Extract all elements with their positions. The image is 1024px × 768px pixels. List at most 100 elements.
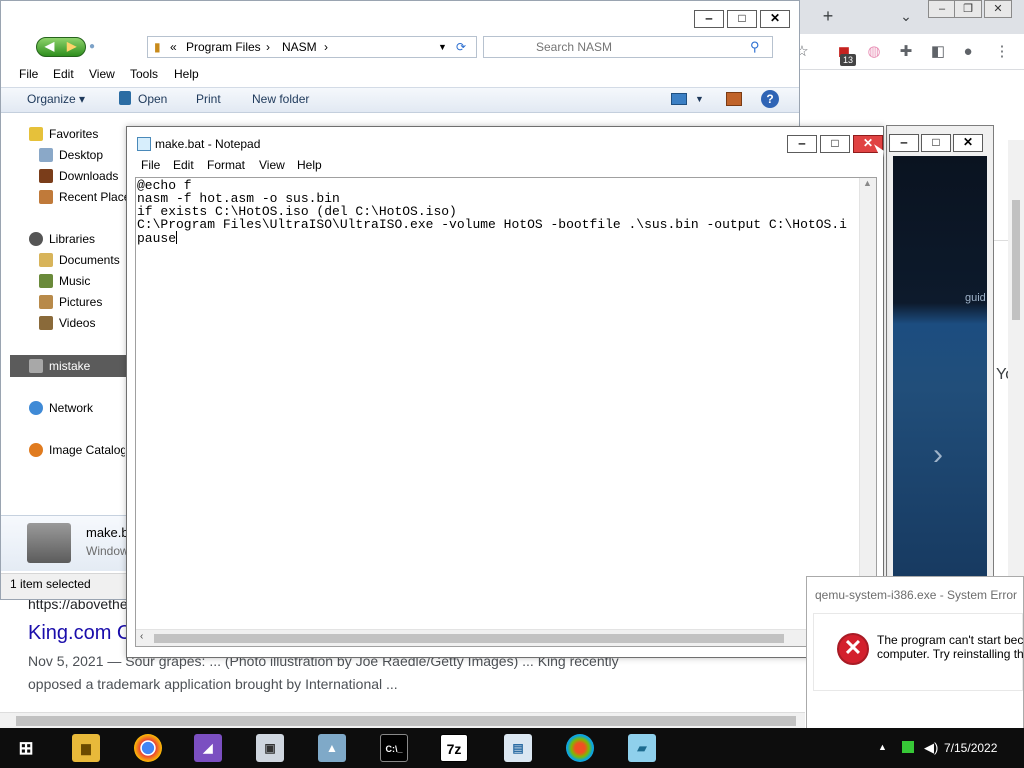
print-button[interactable]: Print bbox=[196, 92, 221, 106]
refresh-icon[interactable]: ⟳ bbox=[456, 40, 466, 54]
nav-libraries[interactable]: Libraries bbox=[29, 230, 129, 248]
bg-window-close-button[interactable]: ✕ bbox=[953, 134, 983, 152]
homegroup-icon bbox=[29, 359, 43, 373]
taskbar-windows-icon[interactable] bbox=[566, 734, 594, 762]
nav-favorites[interactable]: Favorites bbox=[29, 125, 129, 143]
extensions-puzzle-icon[interactable]: ✚ bbox=[896, 42, 916, 62]
open-button[interactable]: Open bbox=[138, 92, 167, 106]
nav-image-catalog[interactable]: Image Catalog bbox=[29, 441, 125, 459]
new-folder-button[interactable]: New folder bbox=[252, 92, 309, 106]
menu-help[interactable]: Help bbox=[174, 67, 199, 81]
tab-search-button[interactable]: ⌄ bbox=[896, 6, 916, 26]
notepad-minimize-button[interactable]: ‒ bbox=[787, 135, 817, 153]
text-caret bbox=[176, 231, 178, 244]
horizontal-scroll-thumb[interactable] bbox=[154, 634, 784, 643]
browser-menu-icon[interactable]: ⋮ bbox=[992, 42, 1012, 62]
extension-flag-icon[interactable]: ◍ bbox=[864, 42, 884, 62]
notepad-menu-view[interactable]: View bbox=[259, 158, 285, 172]
scroll-up-icon[interactable]: ▲ bbox=[863, 178, 872, 188]
extension-badge: 13 bbox=[840, 54, 856, 66]
notepad-text-area[interactable]: @echo f nasm -f hot.asm -o sus.bin if ex… bbox=[135, 177, 877, 647]
explorer-minimize-button[interactable]: ‒ bbox=[694, 10, 724, 28]
browser-minimize-button[interactable]: – bbox=[928, 0, 956, 18]
notepad-menu-help[interactable]: Help bbox=[297, 158, 322, 172]
nav-music[interactable]: Music bbox=[39, 272, 139, 290]
explorer-close-button[interactable]: ✕ bbox=[760, 10, 790, 28]
nav-network[interactable]: Network bbox=[29, 399, 129, 417]
breadcrumb-separator-icon[interactable]: › bbox=[324, 40, 328, 54]
breadcrumb-nasm[interactable]: NASM bbox=[282, 40, 317, 54]
nav-recent-places[interactable]: Recent Places bbox=[39, 188, 127, 206]
notepad-horizontal-scrollbar[interactable]: ‹ bbox=[136, 629, 860, 646]
forward-arrow-icon[interactable]: ▶ bbox=[67, 39, 76, 53]
nav-downloads[interactable]: Downloads bbox=[39, 167, 139, 185]
organize-button[interactable]: Organize ▾ bbox=[27, 92, 85, 106]
browser-close-button[interactable]: ✕ bbox=[984, 0, 1012, 18]
menu-file[interactable]: File bbox=[19, 67, 38, 81]
taskbar-clock[interactable]: 7/15/2022 bbox=[944, 741, 997, 755]
scroll-left-icon[interactable]: ‹ bbox=[140, 631, 143, 642]
bg-window-maximize-button[interactable]: □ bbox=[921, 134, 951, 152]
new-tab-button[interactable]: + bbox=[818, 6, 838, 26]
details-file-type: Window bbox=[86, 544, 129, 558]
taskbar-chrome-icon[interactable] bbox=[134, 734, 162, 762]
browser-vertical-scrollbar[interactable] bbox=[1008, 140, 1024, 580]
result-title-link[interactable]: King.com C bbox=[28, 622, 131, 645]
breadcrumb-overflow[interactable]: « bbox=[170, 40, 177, 54]
search-box[interactable]: ⚲ bbox=[483, 36, 773, 58]
notepad-vertical-scrollbar[interactable]: ▲ bbox=[859, 178, 876, 630]
back-arrow-icon[interactable]: ◀ bbox=[45, 39, 54, 53]
browser-horizontal-scrollbar[interactable] bbox=[0, 712, 805, 728]
notepad-menu-edit[interactable]: Edit bbox=[173, 158, 194, 172]
preview-pane-icon[interactable] bbox=[726, 92, 742, 106]
search-input[interactable] bbox=[536, 40, 716, 54]
videos-icon bbox=[39, 316, 53, 330]
recent-pages-icon[interactable]: ● bbox=[89, 41, 95, 52]
nav-desktop[interactable]: Desktop bbox=[39, 146, 139, 164]
notepad-maximize-button[interactable]: □ bbox=[820, 135, 850, 153]
start-button[interactable]: ⊞ bbox=[12, 734, 40, 762]
breadcrumb-separator-icon[interactable]: › bbox=[266, 40, 270, 54]
notepad-window: make.bat - Notepad ‒ □ ✕ File Edit Forma… bbox=[126, 126, 884, 658]
menu-tools[interactable]: Tools bbox=[130, 67, 158, 81]
search-icon[interactable]: ⚲ bbox=[750, 39, 760, 55]
profile-avatar-icon[interactable]: ● bbox=[958, 42, 978, 62]
notepad-icon bbox=[137, 137, 151, 151]
taskbar-notepad-icon[interactable]: ▰ bbox=[628, 734, 656, 762]
help-icon[interactable]: ? bbox=[761, 90, 779, 108]
tray-battery-icon[interactable] bbox=[902, 741, 914, 753]
explorer-maximize-button[interactable]: □ bbox=[727, 10, 757, 28]
nav-mistake[interactable]: mistake bbox=[29, 357, 129, 375]
notepad-menu-file[interactable]: File bbox=[141, 158, 160, 172]
view-options-icon[interactable] bbox=[671, 93, 687, 105]
next-arrow-icon[interactable]: › bbox=[933, 438, 943, 472]
bg-window-minimize-button[interactable]: ‒ bbox=[889, 134, 919, 152]
address-dropdown-icon[interactable]: ▼ bbox=[438, 42, 447, 52]
taskbar-task-manager-icon[interactable]: ▲ bbox=[318, 734, 346, 762]
taskbar-command-prompt-icon[interactable]: C:\_ bbox=[380, 734, 408, 762]
back-forward-buttons[interactable]: ◀ ▶ bbox=[36, 37, 86, 57]
error-dialog-title: qemu-system-i386.exe - System Error bbox=[815, 588, 1018, 602]
taskbar-7zip-icon[interactable]: 7z bbox=[440, 734, 468, 762]
breadcrumb-program-files[interactable]: Program Files bbox=[186, 40, 261, 54]
batch-file-icon bbox=[27, 523, 71, 563]
tray-volume-icon[interactable]: ◀) bbox=[924, 740, 938, 756]
tray-overflow-icon[interactable]: ▲ bbox=[878, 742, 887, 752]
side-panel-icon[interactable]: ◧ bbox=[928, 42, 948, 62]
browser-restore-button[interactable]: ❐ bbox=[954, 0, 982, 18]
star-icon bbox=[29, 127, 43, 141]
nav-pictures[interactable]: Pictures bbox=[39, 293, 139, 311]
menu-edit[interactable]: Edit bbox=[53, 67, 74, 81]
view-dropdown-icon[interactable]: ▼ bbox=[695, 94, 704, 104]
libraries-icon bbox=[29, 232, 43, 246]
taskbar-visual-studio-icon[interactable]: ◢ bbox=[194, 734, 222, 762]
pictures-icon bbox=[39, 295, 53, 309]
menu-view[interactable]: View bbox=[89, 67, 115, 81]
taskbar-app-icon[interactable]: ▤ bbox=[504, 734, 532, 762]
nav-videos[interactable]: Videos bbox=[39, 314, 139, 332]
nav-documents[interactable]: Documents bbox=[39, 251, 139, 269]
taskbar-remote-desktop-icon[interactable]: ▣ bbox=[256, 734, 284, 762]
taskbar-file-explorer-icon[interactable]: ▆ bbox=[72, 734, 100, 762]
notepad-menu-format[interactable]: Format bbox=[207, 158, 245, 172]
address-bar[interactable]: ▮ « Program Files › NASM › ▼ ⟳ bbox=[147, 36, 477, 58]
